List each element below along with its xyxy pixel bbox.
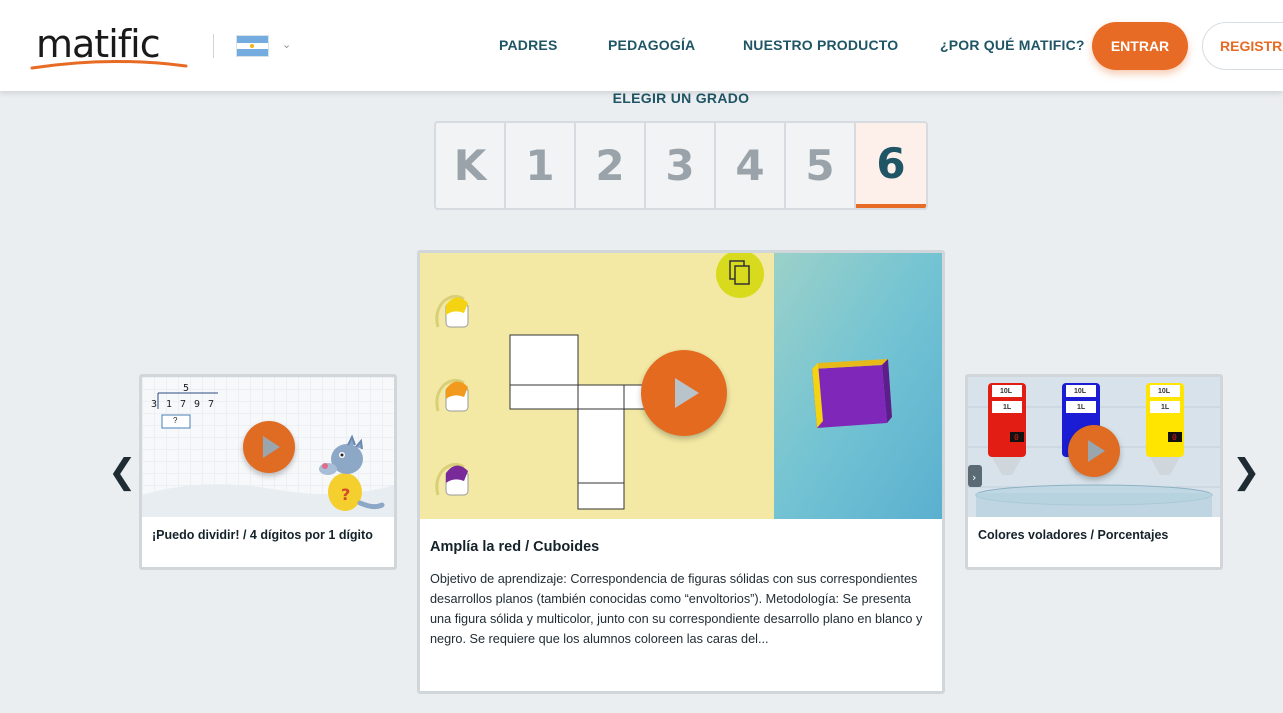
tube-label: 1L: [1003, 404, 1012, 411]
matific-logo[interactable]: matific: [30, 18, 190, 74]
activity-thumbnail: [420, 253, 942, 519]
dividend-digit: 1: [166, 399, 173, 410]
play-button[interactable]: [641, 350, 727, 436]
activity-card-featured[interactable]: Amplía la red / Cuboides Objetivo de apr…: [417, 250, 945, 694]
divisor-digit: 3: [151, 399, 158, 410]
tube-label: 1L: [1161, 404, 1170, 411]
activity-thumbnail: ? 5 3 1 7 9 7 ?: [142, 377, 394, 517]
activity-card-right[interactable]: › 10L 1L 10L 1L 10L 1L 0 0 Colores volad…: [965, 374, 1223, 570]
logo-swoosh-icon: [30, 59, 188, 70]
quotient-digit: 5: [183, 383, 190, 394]
dividend-digit: 7: [208, 399, 215, 410]
activity-description: Objetivo de aprendizaje: Correspondencia…: [430, 572, 923, 646]
grade-4[interactable]: 4: [716, 123, 786, 208]
activity-title: Colores voladores / Porcentajes: [978, 528, 1169, 542]
chevron-right-icon[interactable]: ❯: [1232, 452, 1261, 492]
header-divider: [213, 34, 214, 58]
answer-box-mark: ?: [173, 416, 178, 425]
top-header: matific ⌄ PADRES PEDAGOGÍA NUESTRO PRODU…: [0, 0, 1283, 91]
activity-card-left[interactable]: ? 5 3 1 7 9 7 ? ¡Puedo dividir! / 4 dígi…: [139, 374, 397, 570]
tube-label: 10L: [1074, 388, 1087, 395]
grade-selector-title: ELEGIR UN GRADO: [612, 90, 750, 106]
play-button[interactable]: [243, 421, 295, 473]
nav-padres[interactable]: PADRES: [499, 37, 558, 53]
nav-nuestro-producto[interactable]: NUESTRO PRODUCTO: [743, 37, 898, 53]
grade-2[interactable]: 2: [576, 123, 646, 208]
grade-5[interactable]: 5: [786, 123, 856, 208]
grade-1[interactable]: 1: [506, 123, 576, 208]
activity-title: ¡Puedo dividir! / 4 dígitos por 1 dígito: [152, 528, 373, 542]
chevron-left-icon[interactable]: ❮: [108, 452, 137, 492]
dividend-digit: 7: [180, 399, 187, 410]
tube-readout: 0: [1172, 433, 1177, 442]
tube-label: 10L: [1000, 388, 1013, 395]
svg-text:›: ›: [972, 471, 976, 484]
nav-por-que-matific[interactable]: ¿POR QUÉ MATIFIC?: [940, 37, 1085, 53]
dividend-digit: 9: [194, 399, 201, 410]
svg-text:?: ?: [341, 485, 350, 504]
play-button[interactable]: [1068, 425, 1120, 477]
grade-6[interactable]: 6: [856, 123, 926, 208]
grade-selector: K 1 2 3 4 5 6: [434, 121, 928, 210]
chevron-down-icon[interactable]: ⌄: [282, 38, 291, 51]
tube-label: 1L: [1077, 404, 1086, 411]
grade-3[interactable]: 3: [646, 123, 716, 208]
nav-pedagogia[interactable]: PEDAGOGÍA: [608, 37, 695, 53]
tube-readout: 0: [1014, 433, 1019, 442]
activity-title: Amplía la red / Cuboides: [430, 539, 600, 555]
grade-k[interactable]: K: [436, 123, 506, 208]
login-button[interactable]: ENTRAR: [1092, 22, 1188, 70]
tube-label: 10L: [1158, 388, 1171, 395]
register-button[interactable]: REGISTRA: [1202, 22, 1283, 70]
activity-thumbnail: › 10L 1L 10L 1L 10L 1L 0 0: [968, 377, 1220, 517]
argentina-flag-icon[interactable]: [236, 35, 269, 57]
